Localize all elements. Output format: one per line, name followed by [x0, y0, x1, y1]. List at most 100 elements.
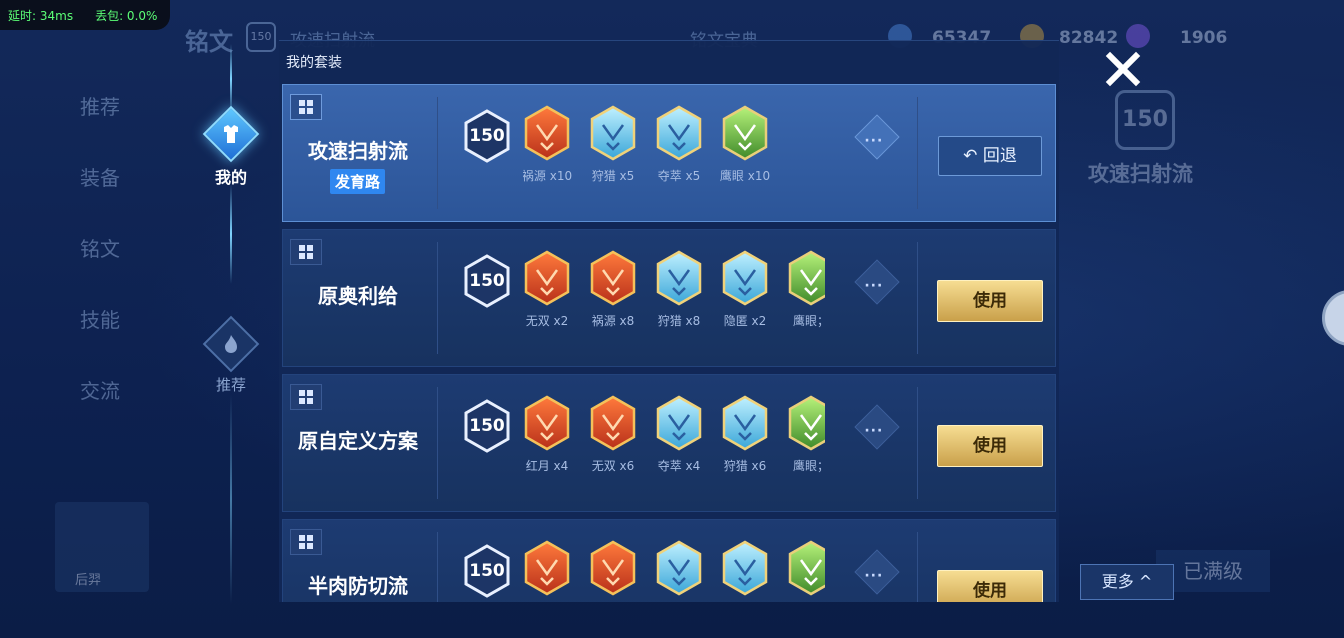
rune-item: 红月 x4: [523, 395, 571, 485]
rune-count: 鹰眼；: [792, 459, 825, 473]
currency-gem: 1906: [1180, 28, 1228, 48]
nav-item-equipment[interactable]: 装备: [55, 151, 175, 222]
rune-item: 鹰眼；: [787, 395, 825, 485]
set-level-badge: 150: [463, 544, 511, 602]
tab-line-top: [230, 44, 232, 114]
divider: [437, 387, 438, 499]
rune-blue-icon: [721, 395, 769, 455]
ellipsis-icon[interactable]: ···: [854, 114, 900, 160]
ellipsis-icon[interactable]: ···: [854, 404, 900, 450]
left-nav: 推荐 装备 铭文 技能 交流: [55, 80, 175, 435]
divider: [437, 97, 438, 209]
ellipsis-icon[interactable]: ···: [854, 549, 900, 595]
rune-set-row[interactable]: 原奥利给 150 无双 x2 祸源 x8 狩猎 x8 隐匿 x2 鹰眼 ··· …: [282, 229, 1056, 367]
rune-list: 红月 x4 无双 x6 夺萃 x4 狩猎 x6: [523, 540, 825, 602]
rune-item: 隐匿 x2: [721, 250, 769, 340]
revert-button[interactable]: ↶ 回退: [938, 136, 1042, 176]
rune-list: 红月 x4 无双 x6 夺萃 x4 狩猎 x6: [523, 395, 825, 485]
use-button[interactable]: 使用: [937, 425, 1043, 467]
rune-green-icon: [721, 105, 769, 165]
tab-recommend[interactable]: 推荐: [200, 315, 262, 395]
set-level-value: 150: [469, 561, 505, 581]
currency-gold: 82842: [1059, 28, 1119, 48]
nav-item-community[interactable]: 交流: [55, 364, 175, 435]
rune-red-icon: [589, 540, 637, 600]
rune-item: 狩猎 x8: [655, 250, 703, 340]
rune-red-icon: [589, 395, 637, 455]
rune-item: 鹰眼；: [787, 250, 825, 340]
use-button[interactable]: 使用: [937, 570, 1043, 602]
set-level-value: 150: [469, 271, 505, 291]
rune-item: 夺萃 x4: [655, 395, 703, 485]
rune-item: 无双 x6: [589, 395, 637, 485]
side-tabs: 我的 推荐: [200, 44, 262, 604]
nav-item-skills[interactable]: 技能: [55, 293, 175, 364]
divider: [917, 532, 918, 602]
undo-icon: ↶: [963, 146, 983, 166]
rune-item: 鹰眼: [787, 540, 825, 602]
grid-icon[interactable]: [290, 239, 322, 265]
right-set-name: 攻速扫射流: [1088, 162, 1193, 186]
tab-line-mid: [230, 184, 232, 284]
rune-count: 红月 x4: [525, 459, 569, 473]
set-level-value: 150: [469, 416, 505, 436]
rune-blue-icon: [589, 105, 637, 165]
divider: [437, 532, 438, 602]
rune-green-icon: [787, 540, 825, 600]
rune-green-icon: [787, 250, 825, 310]
rune-red-icon: [523, 540, 571, 600]
rune-red-icon: [523, 395, 571, 455]
rune-count: 夺萃 x4: [657, 459, 701, 473]
rune-item: 无双 x2: [523, 250, 571, 340]
rune-count: 夺萃 x5: [657, 169, 701, 183]
rune-item: 红月 x4: [523, 540, 571, 602]
gem-icon: [1126, 24, 1150, 48]
rune-count: 无双 x2: [525, 314, 569, 328]
divider: [437, 242, 438, 354]
rune-blue-icon: [655, 250, 703, 310]
grid-icon[interactable]: [290, 384, 322, 410]
divider: [917, 97, 918, 209]
rune-count: 狩猎 x5: [591, 169, 635, 183]
set-level-badge: 150: [463, 399, 511, 457]
rune-green-icon: [787, 395, 825, 455]
grid-icon[interactable]: [290, 529, 322, 555]
rune-blue-icon: [721, 250, 769, 310]
hero-name: 后羿: [75, 573, 102, 588]
set-name: 原自定义方案: [298, 429, 418, 453]
grid-icon[interactable]: [290, 94, 322, 120]
rune-blue-icon: [655, 395, 703, 455]
set-name: 攻速扫射流: [308, 139, 408, 163]
rune-set-row[interactable]: 半肉防切流 150 红月 x4 无双 x6 夺萃 x4: [282, 519, 1056, 602]
rune-red-icon: [523, 250, 571, 310]
divider: [917, 242, 918, 354]
close-icon[interactable]: [1104, 50, 1142, 88]
tab-line-bottom: [230, 394, 232, 604]
set-level-badge: 150: [463, 254, 511, 312]
armor-icon: [202, 105, 260, 163]
panel-header: 我的套装: [286, 55, 342, 71]
rune-item: 鹰眼 x10: [720, 105, 770, 195]
rune-blue-icon: [655, 540, 703, 600]
nav-item-recommend[interactable]: 推荐: [55, 80, 175, 151]
divider: [917, 387, 918, 499]
rune-item: 夺萃 x4: [655, 540, 703, 602]
more-button[interactable]: 更多 ^: [1080, 564, 1174, 600]
rune-item: 无双 x6: [589, 540, 637, 602]
rune-item: 夺萃 x5: [655, 105, 703, 195]
rune-set-row[interactable]: 攻速扫射流 发育路 150 祸源 x10 狩猎 x5 夺萃 x5 鹰眼 x10 …: [282, 84, 1056, 222]
rune-set-row[interactable]: 原自定义方案 150 红月 x4 无双 x6 夺萃 x4 狩猎 x6 鹰眼 ··…: [282, 374, 1056, 512]
rune-count: 隐匿 x2: [723, 314, 767, 328]
use-button[interactable]: 使用: [937, 280, 1043, 322]
my-sets-panel: 我的套装 攻速扫射流 发育路 150 祸源 x10 狩猎 x5 夺萃 x5 鹰眼…: [279, 40, 1059, 602]
rune-count: 狩猎 x6: [723, 459, 767, 473]
rune-item: 祸源 x8: [589, 250, 637, 340]
hero-card[interactable]: 后羿: [55, 502, 149, 592]
nav-item-runes[interactable]: 铭文: [55, 222, 175, 293]
fire-icon: [202, 315, 260, 373]
rune-count: 狩猎 x8: [657, 314, 701, 328]
tab-mine[interactable]: 我的: [200, 105, 262, 188]
tab-recommend-label: 推荐: [215, 376, 246, 394]
rune-count: 祸源 x8: [591, 314, 635, 328]
ellipsis-icon[interactable]: ···: [854, 259, 900, 305]
